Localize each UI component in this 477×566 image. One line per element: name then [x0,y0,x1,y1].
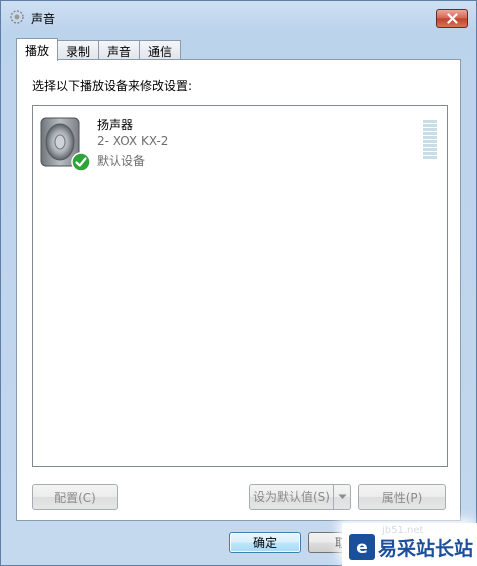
ok-button[interactable]: 确定 [229,532,301,553]
watermark: jb51.net e 易采站长站 [342,523,477,566]
volume-level-meter [423,120,439,162]
sound-icon [10,10,24,24]
close-button[interactable] [436,9,468,28]
properties-button[interactable]: 属性(P) [358,484,446,510]
list-item-speaker[interactable]: 扬声器 2- XOX KX-2 默认设备 [35,112,445,176]
playback-panel: 选择以下播放设备来修改设置: 扬声器 2- XOX KX-2 默认设备 配置(C… [16,59,461,521]
tab-recording[interactable]: 录制 [57,40,100,60]
set-default-label: 设为默认值(S) [250,485,334,509]
device-status: 默认设备 [97,154,146,168]
sound-dialog: 声音 播放 录制 声音 通信 选择以下播放设备来修改设置: 扬声器 2- XOX… [0,0,477,566]
device-list[interactable]: 扬声器 2- XOX KX-2 默认设备 [32,105,448,467]
tab-communications[interactable]: 通信 [139,40,182,60]
device-description: 2- XOX KX-2 [97,134,169,148]
set-default-button[interactable]: 设为默认值(S) [249,484,351,510]
check-icon [71,152,91,172]
tab-sounds[interactable]: 声音 [98,40,141,60]
title-bar[interactable]: 声音 [1,1,476,31]
window-title: 声音 [31,12,56,26]
instruction-text: 选择以下播放设备来修改设置: [32,79,193,93]
device-name: 扬声器 [97,118,134,132]
chevron-down-icon[interactable] [334,494,350,500]
tab-playback[interactable]: 播放 [16,38,59,61]
close-icon [446,13,458,24]
watermark-text: 易采站长站 [378,538,474,560]
watermark-logo-icon: e [349,534,375,560]
tab-strip: 播放 录制 声音 通信 [16,38,182,61]
configure-button[interactable]: 配置(C) [32,484,118,510]
svg-text:e: e [356,538,368,558]
